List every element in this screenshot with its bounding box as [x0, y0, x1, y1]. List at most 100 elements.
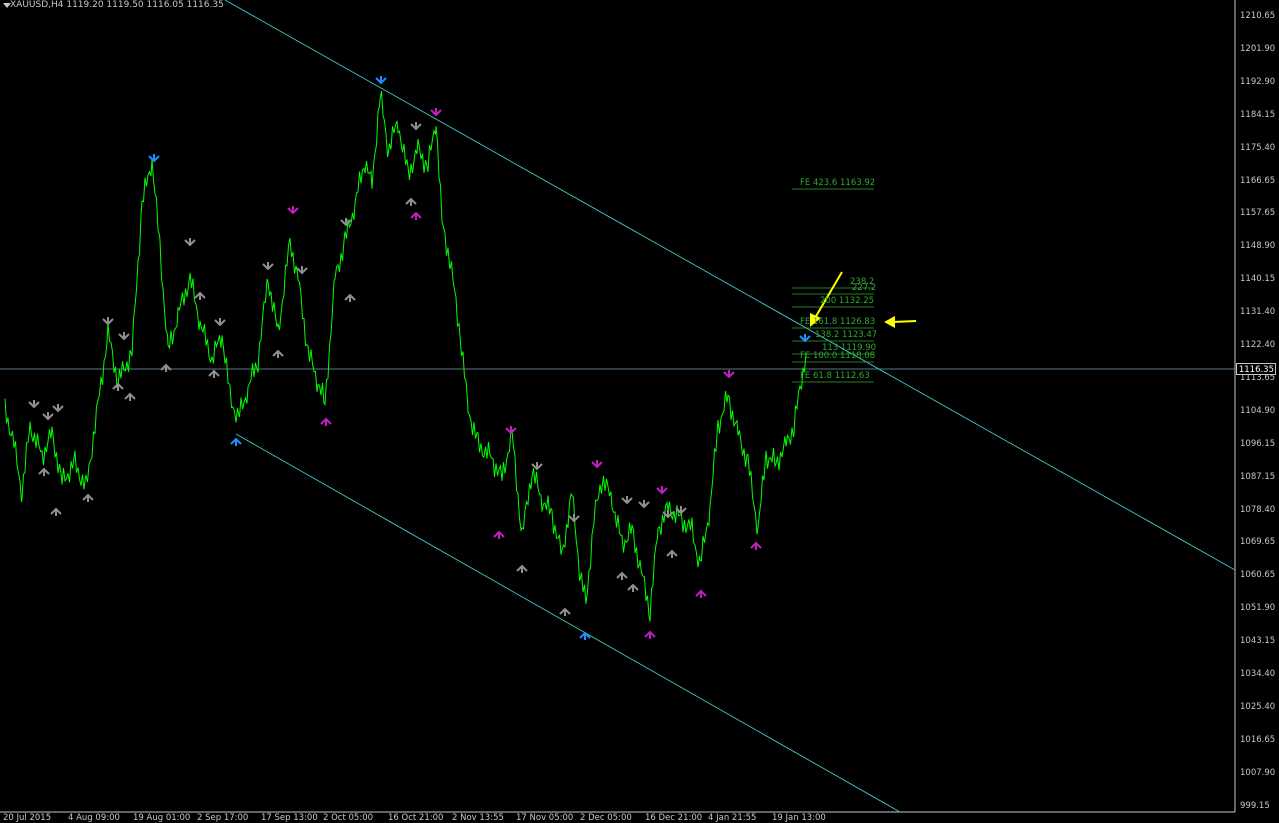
down-arrow-icon	[621, 496, 633, 505]
price-tick-label: 1007.90	[1240, 767, 1276, 778]
down-arrow-icon	[568, 514, 580, 523]
up-arrow-icon	[208, 369, 220, 378]
price-tick-label: 1140.15	[1240, 274, 1276, 285]
down-arrow-icon	[287, 206, 299, 215]
fib-level-label: FE 100.0 1118.08	[800, 351, 876, 361]
price-tick-label: 1201.90	[1240, 43, 1276, 54]
up-arrow-icon	[410, 211, 422, 220]
down-arrow-icon	[52, 404, 64, 413]
price-tick-label: 1184.15	[1240, 109, 1276, 120]
price-tick-label: 1166.65	[1240, 175, 1276, 186]
time-tick-label: 16 Dec 21:00	[645, 813, 703, 823]
down-arrow-icon	[296, 266, 308, 275]
up-arrow-icon	[124, 392, 136, 401]
price-tick-label: 1104.90	[1240, 405, 1276, 416]
time-tick-label: 4 Aug 09:00	[68, 813, 120, 823]
price-tick-label: 1034.40	[1240, 669, 1276, 679]
up-arrow-icon	[493, 530, 505, 539]
time-tick-label: 16 Oct 21:00	[388, 813, 444, 823]
price-tick-label: 1175.40	[1240, 142, 1276, 153]
down-arrow-icon	[214, 318, 226, 327]
down-arrow-icon	[340, 218, 352, 227]
up-arrow-icon	[272, 349, 284, 358]
time-tick-label: 17 Nov 05:00	[516, 813, 574, 823]
down-arrow-icon	[591, 460, 603, 469]
down-arrow-icon	[148, 154, 160, 163]
down-arrow-icon	[375, 76, 387, 85]
up-arrow-icon	[50, 507, 62, 516]
down-arrow-icon	[184, 238, 196, 247]
price-tick-label: 1025.40	[1240, 701, 1276, 712]
down-arrow-icon	[118, 332, 130, 341]
up-arrow-icon	[666, 549, 678, 558]
time-tick-label: 4 Jan 21:55	[708, 813, 757, 823]
up-arrow-icon	[194, 291, 206, 300]
price-tick-label: 1148.90	[1240, 241, 1276, 252]
chart-header: XAUUSD,H4 1119.20 1119.50 1116.05 1116.3…	[10, 0, 224, 10]
up-arrow-icon	[38, 467, 50, 476]
time-tick-label: 17 Sep 13:00	[261, 813, 318, 823]
down-arrow-icon	[723, 370, 735, 379]
time-tick-label: 2 Sep 17:00	[197, 813, 249, 823]
up-arrow-icon	[160, 363, 172, 372]
chart-window[interactable]: XAUUSD,H4 1119.20 1119.50 1116.05 1116.3…	[0, 0, 1279, 823]
time-tick-label: 2 Oct 05:00	[323, 813, 374, 823]
up-arrow-icon	[750, 541, 762, 550]
up-arrow-icon	[644, 630, 656, 639]
down-arrow-icon	[430, 108, 442, 117]
price-tick-label: 1122.40	[1240, 340, 1276, 350]
price-tick-label: 1157.65	[1240, 208, 1276, 219]
up-arrow-icon	[516, 564, 528, 573]
down-arrow-icon	[262, 262, 274, 271]
price-tick-label: 1087.15	[1240, 471, 1276, 482]
annotation-arrow-left	[884, 316, 917, 328]
time-tick-label: 2 Nov 13:55	[452, 813, 504, 823]
fib-level-label: 138.2 1123.47	[815, 330, 878, 340]
down-arrow-icon	[28, 400, 40, 409]
price-tick-label: 1210.65	[1240, 11, 1276, 21]
price-series-line	[4, 91, 807, 622]
up-arrow-icon	[405, 197, 417, 206]
price-tick-label: 1043.15	[1240, 636, 1276, 647]
fib-level-label: FE 61.8 1112.63	[800, 371, 870, 381]
down-arrow-icon	[531, 462, 543, 471]
current-price-label: 1116.35	[1236, 363, 1276, 375]
price-tick-label: 1016.65	[1240, 734, 1276, 745]
time-tick-label: 2 Dec 05:00	[580, 813, 632, 823]
down-arrow-icon	[638, 500, 650, 509]
price-tick-label: 1051.90	[1240, 603, 1276, 614]
fib-level-label: 200 1132.25	[820, 296, 875, 306]
up-arrow-icon	[616, 571, 628, 580]
up-arrow-icon	[320, 417, 332, 426]
fib-level-label: 227.2	[852, 283, 877, 293]
signal-arrows	[28, 76, 811, 640]
up-arrow-icon	[559, 607, 571, 616]
channel-upper-line[interactable]	[224, 0, 1236, 571]
fib-level-label: FE 161.8 1126.83	[800, 317, 876, 327]
down-arrow-icon	[42, 412, 54, 421]
down-arrow-icon	[656, 486, 668, 495]
down-arrow-icon	[799, 334, 811, 343]
price-tick-label: 1096.15	[1240, 438, 1276, 449]
channel-lower-line[interactable]	[235, 433, 901, 813]
down-arrow-icon	[410, 122, 422, 131]
price-chart[interactable]	[0, 0, 1279, 823]
time-tick-label: 19 Jan 13:00	[772, 813, 826, 823]
down-arrow-icon	[102, 317, 114, 326]
fib-level-label: FE 423.6 1163.92	[800, 178, 876, 188]
price-tick-label: 1192.90	[1240, 76, 1276, 87]
price-tick-label: 1060.65	[1240, 570, 1276, 581]
price-tick-label: 999.15	[1240, 800, 1270, 811]
price-tick-label: 1131.40	[1240, 307, 1276, 318]
up-arrow-icon	[230, 437, 242, 446]
price-tick-label: 1069.65	[1240, 537, 1276, 548]
up-arrow-icon	[344, 293, 356, 302]
up-arrow-icon	[695, 589, 707, 598]
time-tick-label: 19 Aug 01:00	[133, 813, 191, 823]
price-tick-label: 1078.40	[1240, 504, 1276, 515]
up-arrow-icon	[82, 493, 94, 502]
up-arrow-icon	[579, 631, 591, 640]
up-arrow-icon	[627, 583, 639, 592]
time-tick-label: 20 Jul 2015	[3, 813, 52, 823]
down-arrow-icon	[505, 426, 517, 435]
